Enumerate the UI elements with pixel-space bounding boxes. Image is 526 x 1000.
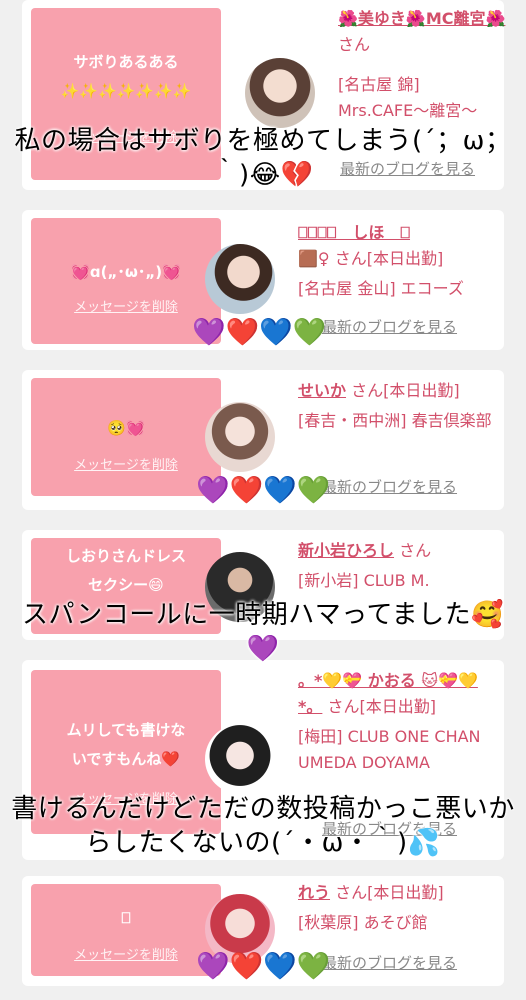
cast-info: ⎕⎕⎕⎕ しほ ⎕ 🟫♀ さん[本日出勤] [名古屋 金山] エコーズ (298, 220, 498, 302)
cast-suffix: さん (338, 35, 371, 54)
overlay-caption: 書けるんだけどただの数投稿かっこ悪いからしたくないの(´・ω・｀)💦 (11, 794, 515, 858)
cast-suffix: 🟫♀ さん[本日出勤] (298, 249, 444, 268)
cast-name-link[interactable]: 🌺美ゆき🌺MC離宮🌺 (338, 9, 505, 28)
cast-name-link[interactable]: 新小岩ひろし (298, 541, 394, 560)
message-text: しおりさんドレス セクシー😄 (65, 547, 186, 594)
latest-blog-link[interactable]: 最新のブログを見る (322, 476, 457, 497)
heart-emoji-row: 💜❤️💙💚 (196, 475, 331, 506)
cast-suffix: さん (394, 541, 432, 560)
cast-name-link[interactable]: れう (298, 883, 330, 902)
shop-link[interactable]: [新小岩] CLUB M. (298, 568, 498, 594)
message-text: ⎕ (121, 909, 131, 927)
avatar[interactable] (205, 244, 275, 314)
message-box: 🥺💓 メッセージを削除 (31, 378, 221, 496)
message-card: 💓ɑ(„･ω･„)💓 メッセージを削除 ⎕⎕⎕⎕ しほ ⎕ 🟫♀ さん[本日出勤… (22, 210, 504, 350)
cast-name-link[interactable]: ⎕⎕⎕⎕ しほ ⎕ (298, 223, 410, 242)
shop-link[interactable]: [秋葉原] あそび館 (298, 910, 498, 936)
shop-link[interactable]: [春吉・西中洲] 春吉倶楽部 (298, 408, 498, 434)
cast-info: れう さん[本日出勤] [秋葉原] あそび館 (298, 880, 498, 936)
message-card: 🥺💓 メッセージを削除 せいか さん[本日出勤] [春吉・西中洲] 春吉倶楽部 … (22, 370, 504, 510)
cast-suffix: さん[本日出勤] (330, 883, 444, 902)
delete-message-link[interactable]: メッセージを削除 (31, 454, 221, 473)
cast-info: せいか さん[本日出勤] [春吉・西中洲] 春吉倶楽部 (298, 378, 498, 434)
cast-suffix: さん[本日出勤] (346, 381, 460, 400)
delete-message-link[interactable]: メッセージを削除 (31, 944, 221, 963)
latest-blog-link[interactable]: 最新のブログを見る (322, 952, 457, 973)
shop-link[interactable]: [梅田] CLUB ONE CHAN UMEDA DOYAMA (298, 724, 498, 776)
message-text: ムリしても書けな いですもんね❤️ (66, 721, 186, 768)
cast-info: 。*💛💝 かおる 🐱💝💛*。 さん[本日出勤] [梅田] CLUB ONE CH… (298, 668, 498, 776)
cast-info: 新小岩ひろし さん [新小岩] CLUB M. (298, 538, 498, 594)
message-text: サボりあるある ✨✨✨✨✨✨✨ (60, 53, 192, 100)
avatar[interactable] (205, 724, 275, 794)
message-box: ⎕ メッセージを削除 (31, 884, 221, 976)
cast-suffix: さん[本日出勤] (322, 697, 436, 716)
avatar[interactable] (205, 402, 275, 472)
message-text: 🥺💓 (107, 419, 145, 437)
avatar[interactable] (245, 58, 315, 128)
message-text: 💓ɑ(„･ω･„)💓 (71, 263, 181, 281)
cast-info: 🌺美ゆき🌺MC離宮🌺 さん [名古屋 錦] Mrs.CAFE〜離宮〜 (338, 6, 508, 124)
shop-link[interactable]: [名古屋 金山] エコーズ (298, 276, 498, 302)
cast-name-link[interactable]: せいか (298, 381, 346, 400)
delete-message-link[interactable]: メッセージを削除 (31, 296, 221, 315)
heart-emoji-row: 💜❤️💙💚 (196, 951, 331, 982)
latest-blog-link[interactable]: 最新のブログを見る (322, 316, 457, 337)
heart-emoji-row: 💜❤️💙💚 (192, 317, 327, 348)
overlay-caption: 私の場合はサボりを極めてしまう(´；ω；｀)😂💔 (14, 126, 512, 190)
shop-link[interactable]: [名古屋 錦] Mrs.CAFE〜離宮〜 (338, 72, 508, 124)
overlay-caption: スパンコールに一時期ハマってました🥰💜 (21, 600, 505, 664)
message-card: ⎕ メッセージを削除 れう さん[本日出勤] [秋葉原] あそび館 最新のブログ… (22, 876, 504, 986)
